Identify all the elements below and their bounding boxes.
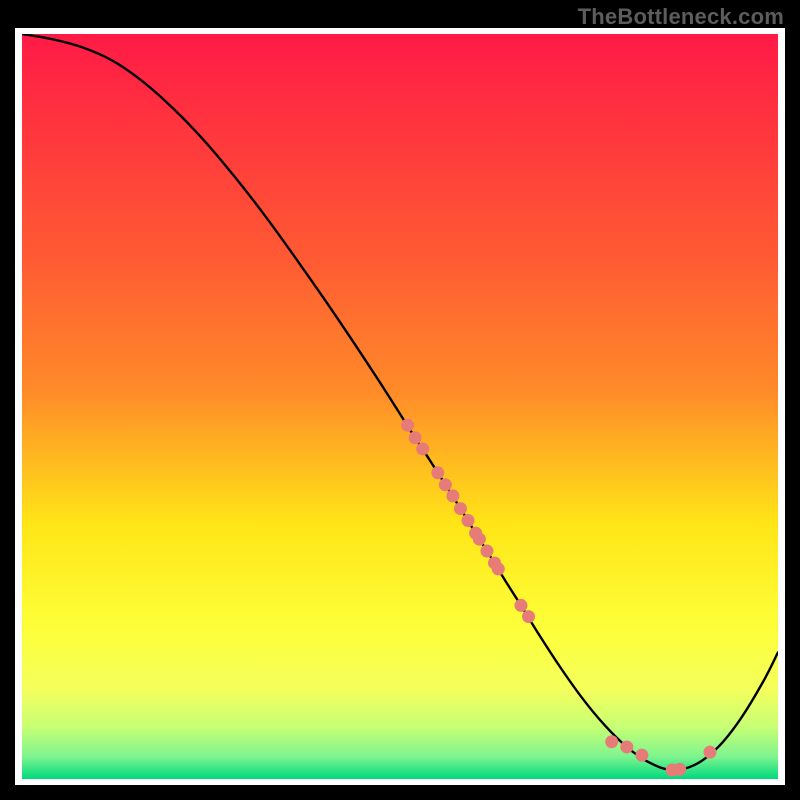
- data-dot: [439, 478, 452, 491]
- data-dot: [454, 502, 467, 515]
- data-dot: [673, 763, 686, 776]
- data-dot: [416, 442, 429, 455]
- data-dot: [409, 431, 422, 444]
- chart-svg: [22, 34, 778, 779]
- data-dot: [401, 419, 414, 432]
- data-dot: [473, 533, 486, 546]
- data-dot: [462, 514, 475, 527]
- data-dot: [522, 610, 535, 623]
- data-dot: [635, 749, 648, 762]
- watermark-text: TheBottleneck.com: [578, 4, 784, 30]
- data-dot: [703, 746, 716, 759]
- data-dot: [514, 599, 527, 612]
- data-dot: [605, 735, 618, 748]
- data-dot: [620, 740, 633, 753]
- data-dot: [446, 489, 459, 502]
- data-dot: [431, 466, 444, 479]
- data-dot: [480, 545, 493, 558]
- data-dot: [492, 562, 505, 575]
- plot-area: [22, 34, 778, 779]
